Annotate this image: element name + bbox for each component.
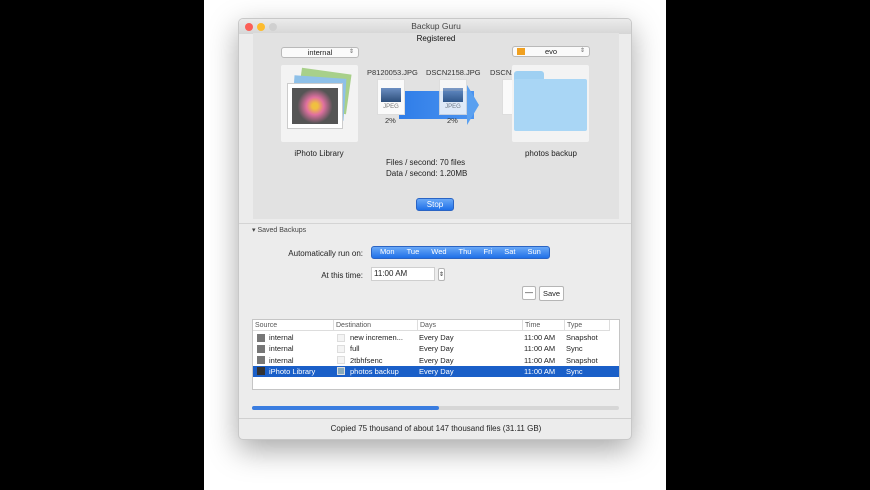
time-field[interactable]: 11:00 AM [371, 267, 435, 281]
day-thu[interactable]: Thu [453, 247, 478, 257]
stop-button[interactable]: Stop [416, 198, 454, 211]
row-source: internal [269, 333, 294, 342]
status-bar: Copied 75 thousand of about 147 thousand… [239, 418, 631, 439]
progress-bar [252, 406, 619, 410]
minimize-button[interactable] [257, 23, 265, 31]
run-on-label: Automatically run on: [288, 249, 363, 258]
column-time[interactable]: Time [523, 320, 565, 331]
drive-icon [257, 333, 265, 342]
backup-guru-window: Backup Guru Registered internal ⇕ evo ⇕ iP… [238, 18, 632, 440]
iphoto-icon [257, 367, 265, 376]
row-time: 11:00 AM [524, 333, 556, 342]
row-type: Sync [566, 366, 583, 376]
progress-fill [252, 406, 440, 410]
updown-icon: ⇕ [579, 48, 585, 54]
row-type: Snapshot [566, 333, 598, 342]
row-source: iPhoto Library [269, 366, 316, 376]
time-label: At this time: [321, 271, 363, 280]
registration-status: Registered [416, 34, 456, 43]
transfer-progress: 2% [447, 116, 458, 125]
day-wed[interactable]: Wed [425, 247, 452, 257]
transfer-stats: Files / second: 70 files Data / second: … [386, 157, 467, 179]
source-volume-popup[interactable]: internal ⇕ [281, 47, 359, 58]
transfer-file-name: DSCN2158.JPG [426, 68, 481, 77]
iphoto-library-icon[interactable] [281, 65, 358, 142]
column-type[interactable]: Type [565, 320, 610, 331]
destination-volume-label: evo [544, 47, 558, 56]
document-icon [337, 356, 345, 365]
day-sat[interactable]: Sat [498, 247, 521, 257]
time-stepper[interactable]: ⇕ [438, 268, 445, 281]
weekday-selector[interactable]: Mon Tue Wed Thu Fri Sat Sun [371, 246, 550, 259]
divider [239, 223, 631, 224]
destination-name: photos backup [524, 149, 578, 158]
remove-button[interactable]: — [522, 286, 536, 300]
folder-icon[interactable] [512, 65, 589, 142]
folder-icon [337, 367, 345, 376]
saved-backups-disclosure[interactable]: ▾ Saved Backups [252, 226, 306, 234]
day-tue[interactable]: Tue [401, 247, 426, 257]
transfer-file-name: P8120053.JPG [367, 68, 418, 77]
column-days[interactable]: Days [418, 320, 523, 331]
table-row[interactable]: iPhoto Library photos backup Every Day 1… [253, 365, 619, 377]
table-row[interactable]: internal full Every Day 11:00 AM Sync [253, 343, 619, 354]
row-time: 11:00 AM [524, 355, 556, 365]
row-time: 11:00 AM [524, 344, 556, 354]
row-source: internal [269, 355, 294, 365]
window-title: Backup Guru [411, 21, 461, 31]
drive-icon [257, 344, 265, 353]
document-icon [337, 344, 345, 353]
row-days: Every Day [419, 355, 454, 365]
row-source: internal [269, 344, 294, 354]
day-sun[interactable]: Sun [522, 247, 547, 257]
jpeg-file-icon: JPEG [377, 79, 405, 115]
files-per-second: Files / second: 70 files [386, 158, 466, 167]
table-row[interactable]: internal new incremen... Every Day 11:00… [253, 332, 619, 343]
row-destination: photos backup [350, 366, 399, 376]
jpeg-file-icon: JPEG [439, 79, 467, 115]
source-name: iPhoto Library [294, 149, 344, 158]
transfer-progress: 2% [385, 116, 396, 125]
close-button[interactable] [245, 23, 253, 31]
row-destination: new incremen... [350, 333, 403, 342]
data-per-second: Data / second: 1.20MB [386, 169, 468, 178]
column-destination[interactable]: Destination [334, 320, 418, 331]
saved-backups-table: Source Destination Days Time Type intern… [252, 319, 620, 390]
drive-icon [517, 48, 525, 55]
day-fri[interactable]: Fri [477, 247, 498, 257]
source-volume-label: internal [307, 48, 333, 57]
destination-volume-popup[interactable]: evo ⇕ [512, 46, 590, 57]
day-mon[interactable]: Mon [374, 247, 401, 257]
row-type: Snapshot [566, 355, 598, 365]
row-destination: 2tbhfsenc [350, 355, 383, 365]
row-days: Every Day [419, 344, 454, 354]
table-row[interactable]: internal 2tbhfsenc Every Day 11:00 AM Sn… [253, 355, 619, 366]
save-button[interactable]: Save [539, 286, 564, 301]
row-type: Sync [566, 344, 583, 354]
title-bar: Backup Guru [239, 19, 631, 34]
row-destination: full [350, 344, 360, 354]
row-time: 11:00 AM [524, 366, 556, 376]
row-days: Every Day [419, 366, 454, 376]
drive-icon [257, 356, 265, 365]
arrow-head [467, 85, 479, 125]
zoom-button[interactable] [269, 23, 277, 31]
document-icon [337, 333, 345, 342]
column-source[interactable]: Source [253, 320, 334, 331]
transfer-file-name: DSCN2 [490, 68, 512, 77]
row-days: Every Day [419, 333, 454, 342]
updown-icon: ⇕ [348, 49, 354, 55]
